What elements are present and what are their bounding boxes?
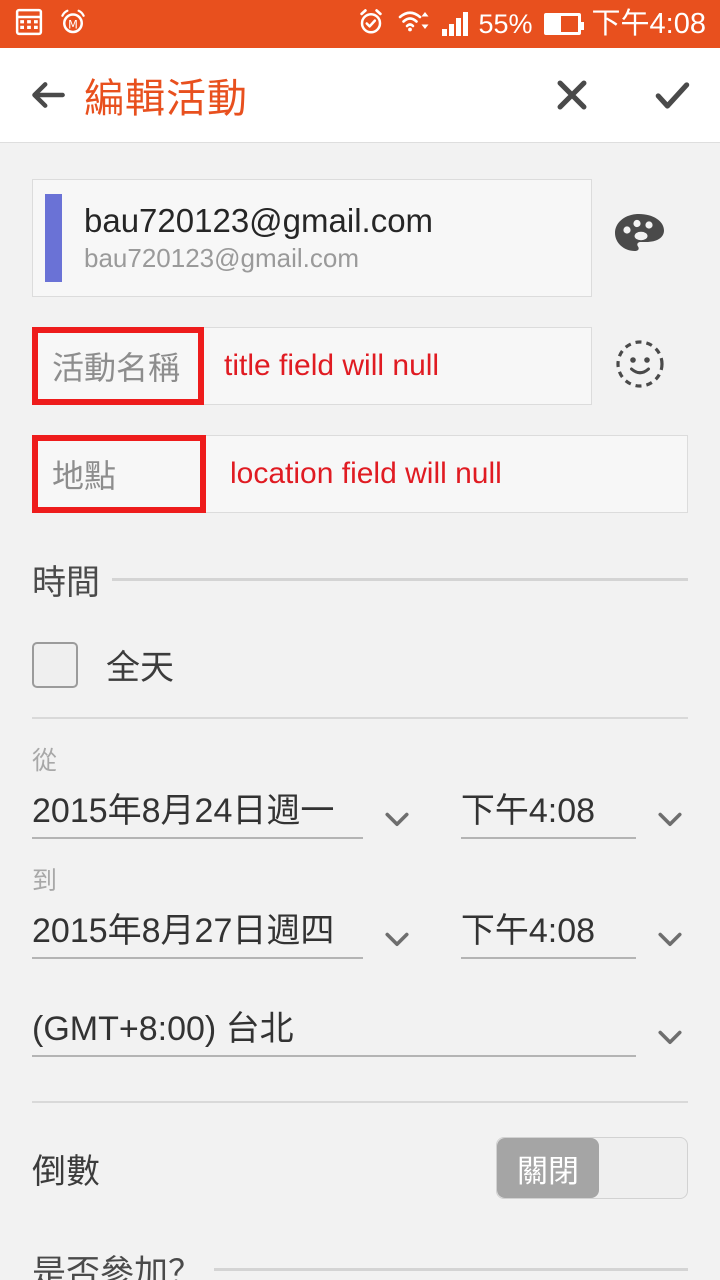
section-divider [112,578,688,581]
timezone-value[interactable]: (GMT+8:00) 台北 [32,1001,636,1057]
end-time-value[interactable]: 下午4:08 [460,903,636,959]
countdown-toggle-thumb: 關閉 [497,1138,599,1198]
location-input[interactable]: 地點 location field will null [32,435,688,513]
status-bar-left-icons: M [14,7,88,42]
chevron-down-icon[interactable] [652,1019,688,1055]
smiley-face-icon [612,336,668,397]
calendar-icon [14,7,44,42]
location-field-row: 地點 location field will null [32,435,688,513]
all-day-checkbox[interactable] [32,641,78,688]
countdown-label: 倒數 [32,1152,100,1191]
title-placeholder-label: 活動名稱 [52,350,181,386]
all-day-row[interactable]: 全天 [32,640,688,719]
close-icon[interactable] [550,73,594,117]
account-row: bau720123@gmail.com bau720123@gmail.com [32,143,688,297]
title-placeholder-highlight: 活動名稱 [32,327,204,405]
account-selector[interactable]: bau720123@gmail.com bau720123@gmail.com [32,179,592,297]
location-placeholder-label: 地點 [52,458,117,494]
location-annotation-text: location field will null [230,457,502,490]
location-placeholder-highlight: 地點 [32,435,206,513]
start-datetime-row: 2015年8月24日週一 下午4:08 [32,783,688,839]
chevron-down-icon[interactable] [379,921,415,957]
attendance-section-title: 是否參加？ [32,1254,202,1280]
countdown-row: 倒數 關閉 [32,1137,688,1199]
chevron-down-icon[interactable] [652,921,688,957]
end-caption: 到 [32,867,58,895]
battery-icon [543,13,584,35]
account-secondary-label: bau720123@gmail.com [84,243,360,274]
title-annotation-text: title field will null [224,349,440,382]
page-title: 編輯活動 [84,77,248,121]
signal-icon [441,12,468,36]
calendar-color-swatch [45,194,62,282]
palette-button[interactable] [592,210,688,267]
wifi-icon [397,8,431,41]
start-time-value[interactable]: 下午4:08 [460,783,636,839]
battery-percent-label: 55% [478,8,533,39]
app-bar: 編輯活動 [0,48,720,143]
title-input[interactable]: 活動名稱 title field will null [32,327,592,405]
status-bar-clock: 下午4:08 [591,7,706,40]
section-divider [32,1101,688,1103]
end-datetime-row: 2015年8月27日週四 下午4:08 [32,903,688,959]
countdown-toggle[interactable]: 關閉 [496,1137,688,1199]
section-divider [214,1268,688,1271]
alarm-ringing-icon: M [58,7,88,42]
title-field-row: 活動名稱 title field will null [32,327,688,405]
start-caption: 從 [32,747,58,775]
account-primary-label: bau720123@gmail.com [84,202,434,240]
alarm-clock-icon [356,7,386,42]
end-datetime-group: 到 2015年8月27日週四 下午4:08 [32,861,688,959]
time-section-header: 時間 [32,555,688,604]
chevron-down-icon[interactable] [652,801,688,837]
time-section-title: 時間 [32,564,100,602]
timezone-row: (GMT+8:00) 台北 [32,1001,688,1057]
start-date-value[interactable]: 2015年8月24日週一 [32,783,363,839]
app-bar-actions [550,73,694,117]
palette-icon [611,210,669,267]
status-bar-right-icons: 55% 下午4:08 [356,7,706,42]
chevron-down-icon[interactable] [379,801,415,837]
attendance-section-header: 是否參加？ [32,1245,688,1280]
end-date-value[interactable]: 2015年8月27日週四 [32,903,363,959]
account-texts: bau720123@gmail.com bau720123@gmail.com [84,202,433,274]
svg-text:M: M [68,18,78,31]
back-arrow-icon[interactable] [26,73,70,117]
event-edit-form: bau720123@gmail.com bau720123@gmail.com … [0,143,720,1280]
all-day-label: 全天 [106,649,174,687]
check-icon[interactable] [650,73,694,117]
status-bar: M 55% 下午4:08 [0,0,720,48]
start-datetime-group: 從 2015年8月24日週一 下午4:08 [32,741,688,839]
sticker-button[interactable] [592,336,688,397]
